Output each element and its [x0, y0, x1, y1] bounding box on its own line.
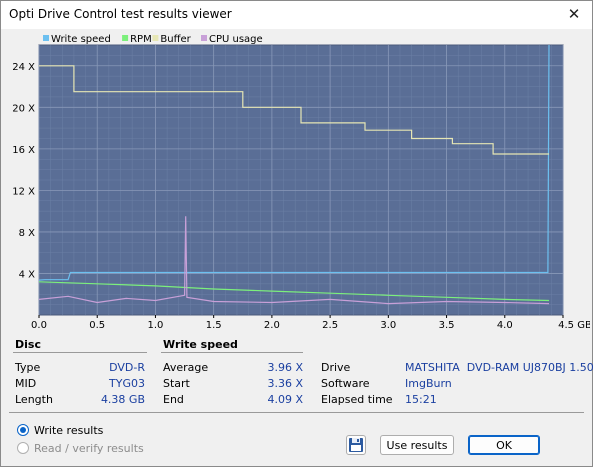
y-tick-label: 12 X — [12, 186, 35, 197]
y-tick-label: 8 X — [19, 228, 36, 239]
disc-mid-value: TYG03 — [109, 377, 145, 390]
y-tick-label: 20 X — [12, 103, 35, 114]
disc-length-value: 4.38 GB — [100, 393, 145, 406]
legend-swatch — [201, 35, 207, 41]
write-results-radio[interactable] — [17, 424, 29, 436]
chart-svg: 0.0 0.5 1.0 1.5 2.0 2.5 3.0 3.5 4.0 4.5 GB 4 X 8 X 1… — [12, 34, 590, 331]
end-speed-value: 4.09 X — [267, 393, 303, 406]
write-results-label[interactable]: Write results — [34, 424, 103, 437]
drive-value: MATSHITA DVD-RAM UJ870BJ 1.50 — [405, 361, 593, 374]
disc-section-title: Disc — [15, 338, 41, 351]
x-tick-label: 3.5 — [439, 320, 455, 331]
close-icon[interactable]: ✕ — [568, 5, 581, 23]
y-tick-label: 16 X — [12, 145, 35, 156]
results-chart: 0.0 0.5 1.0 1.5 2.0 2.5 3.0 3.5 4.0 4.5 GB 4 X 8 X 1… — [5, 31, 590, 335]
floppy-disk-icon[interactable] — [347, 436, 365, 454]
close-button[interactable]: ✕ — [562, 3, 586, 25]
legend-label: CPU usage — [209, 34, 263, 45]
elapsed-time-value: 15:21 — [405, 393, 437, 406]
disc-type-label: Type — [15, 361, 41, 374]
disc-mid-label: MID — [15, 377, 37, 390]
read-verify-label: Read / verify results — [34, 441, 144, 455]
end-speed-label: End — [163, 393, 184, 406]
write-results-option[interactable]: Write results — [17, 422, 103, 438]
y-tick-label: 4 X — [19, 269, 36, 280]
x-tick-label: 3.0 — [380, 320, 396, 331]
disc-separator — [13, 352, 147, 353]
title-bar: Opti Drive Control test results viewer ✕ — [1, 1, 592, 29]
legend-label: Buffer — [160, 34, 191, 45]
drive-label: Drive — [321, 361, 351, 374]
use-results-button[interactable]: Use results — [380, 435, 454, 455]
x-tick-label: 2.5 — [322, 320, 338, 331]
write-speed-separator — [161, 352, 303, 353]
window-title: Opti Drive Control test results viewer — [9, 7, 232, 21]
legend-label: RPM — [130, 34, 152, 45]
x-tick-label: 1.0 — [147, 320, 163, 331]
legend-swatch — [43, 35, 49, 41]
average-speed-value: 3.96 X — [267, 361, 303, 374]
legend-swatch — [152, 35, 159, 41]
x-tick-label: 4.0 — [497, 320, 513, 331]
legend-swatch — [122, 35, 129, 41]
read-verify-radio — [17, 442, 29, 454]
average-speed-label: Average — [163, 361, 209, 374]
save-button[interactable] — [346, 435, 366, 455]
read-verify-option: Read / verify results — [17, 440, 144, 456]
x-tick-label: 2.0 — [264, 320, 280, 331]
x-tick-label: 0.5 — [89, 320, 105, 331]
ok-button[interactable]: OK — [468, 435, 540, 455]
start-speed-label: Start — [163, 377, 190, 390]
software-label: Software — [321, 377, 370, 390]
legend-label: Write speed — [51, 34, 111, 45]
disc-type-value: DVD-R — [109, 361, 145, 374]
y-tick-label: 24 X — [12, 62, 35, 73]
results-viewer-window: Opti Drive Control test results viewer ✕… — [0, 0, 593, 467]
elapsed-time-label: Elapsed time — [321, 393, 393, 406]
disc-length-label: Length — [15, 393, 53, 406]
x-tick-label: 0.0 — [31, 320, 47, 331]
x-tick-label: 4.5 GB — [558, 320, 590, 331]
software-value: ImgBurn — [405, 377, 452, 390]
write-speed-section-title: Write speed — [163, 338, 238, 351]
x-tick-label: 1.5 — [206, 320, 222, 331]
bottom-separator — [9, 412, 584, 413]
start-speed-value: 3.36 X — [267, 377, 303, 390]
